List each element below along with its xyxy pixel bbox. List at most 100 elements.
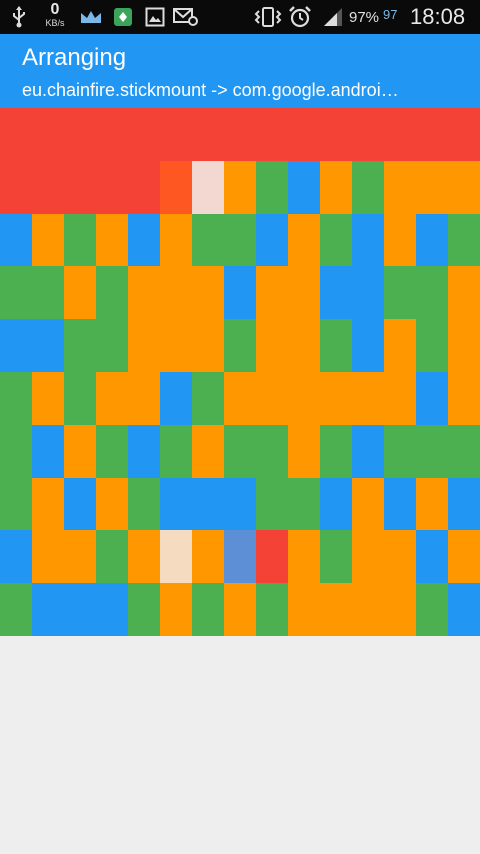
grid-cell-green [192, 583, 224, 636]
grid-cell-red [128, 108, 160, 161]
grid-cell-green [320, 319, 352, 372]
grid-cell-green [96, 319, 128, 372]
grid-cell-red [0, 161, 32, 214]
image-icon [142, 0, 168, 34]
grid-cell-blue [384, 478, 416, 530]
arrangement-grid [0, 108, 480, 636]
grid-cell-red [32, 161, 64, 214]
grid-cell-green [224, 425, 256, 478]
grid-cell-orange [384, 372, 416, 425]
grid-cell-orange [256, 319, 288, 372]
grid-cell-green [256, 161, 288, 214]
network-speed-unit: KB/s [45, 18, 65, 28]
grid-cell-green [416, 319, 448, 372]
grid-cell-blue [448, 478, 480, 530]
grid-cell-orange [288, 372, 320, 425]
grid-cell-green [224, 214, 256, 266]
grid-cell-green [96, 425, 128, 478]
grid-cell-green [0, 583, 32, 636]
grid-cell-orange [192, 319, 224, 372]
grid-cell-green [0, 372, 32, 425]
grid-cell-blue [416, 530, 448, 583]
status-bar: 0 KB/s 97% 97 18:08 [0, 0, 480, 34]
grid-cell-orange [384, 530, 416, 583]
grid-cell-orange [448, 530, 480, 583]
grid-cell-green [416, 583, 448, 636]
battery-percent: 97% [349, 8, 380, 26]
grid-cell-orange [192, 425, 224, 478]
grid-cell-green [64, 214, 96, 266]
grid-cell-red [0, 108, 32, 161]
grid-cell-orange [448, 319, 480, 372]
grid-cell-blue [256, 214, 288, 266]
grid-cell-orange [224, 372, 256, 425]
grid-cell-orange [160, 266, 192, 319]
grid-cell-orange [320, 583, 352, 636]
grid-cell-green [128, 583, 160, 636]
grid-cell-blue [0, 530, 32, 583]
grid-cell-orange [256, 266, 288, 319]
mail-settings-icon [172, 0, 200, 34]
grid-cell-blue [192, 478, 224, 530]
grid-cell-orange [128, 530, 160, 583]
grid-cell-blue [0, 214, 32, 266]
grid-cell-green [384, 425, 416, 478]
grid-cell-orange [416, 478, 448, 530]
app-bar: Arranging eu.chainfire.stickmount -> com… [0, 34, 480, 108]
grid-cell-blue [448, 583, 480, 636]
grid-cell-red [64, 108, 96, 161]
grid-cell-orange [288, 425, 320, 478]
grid-cell-red [320, 108, 352, 161]
page-subtitle: eu.chainfire.stickmount -> com.google.an… [22, 80, 399, 100]
crown-icon [76, 0, 106, 34]
grid-cell-blue [32, 425, 64, 478]
grid-cell-orange [384, 583, 416, 636]
grid-cell-green [448, 425, 480, 478]
grid-cell-green [160, 425, 192, 478]
grid-cell-orange [288, 583, 320, 636]
grid-cell-blue [320, 266, 352, 319]
grid-cell-orange [96, 214, 128, 266]
grid-cell-red [448, 108, 480, 161]
grid-cell-orange [128, 266, 160, 319]
grid-cell-green [288, 478, 320, 530]
grid-cell-orange [448, 161, 480, 214]
grid-cell-steel-blue [224, 530, 256, 583]
grid-cell-green [128, 478, 160, 530]
grid-cell-red [64, 161, 96, 214]
grid-cell-blue [0, 319, 32, 372]
grid-cell-orange [64, 425, 96, 478]
vibrate-icon [252, 0, 284, 34]
grid-cell-blue [64, 478, 96, 530]
grid-cell-orange [96, 372, 128, 425]
grid-cell-red [160, 108, 192, 161]
grid-cell-orange [416, 161, 448, 214]
grid-cell-green [96, 530, 128, 583]
grid-cell-orange [384, 319, 416, 372]
grid-cell-orange [128, 319, 160, 372]
grid-cell-orange [352, 583, 384, 636]
grid-cell-light-peach [160, 530, 192, 583]
grid-cell-orange [32, 214, 64, 266]
grid-cell-blue [416, 214, 448, 266]
grid-cell-red [288, 108, 320, 161]
grid-cell-blue [160, 372, 192, 425]
grid-cell-green [256, 425, 288, 478]
grid-cell-orange [352, 372, 384, 425]
grid-cell-green [192, 372, 224, 425]
grid-cell-green [384, 266, 416, 319]
grid-cell-blue [96, 583, 128, 636]
grid-cell-blue [224, 266, 256, 319]
grid-cell-green [32, 266, 64, 319]
grid-cell-green [320, 214, 352, 266]
grid-cell-green [96, 266, 128, 319]
page-title: Arranging [22, 44, 127, 71]
grid-cell-red [96, 108, 128, 161]
grid-cell-green [256, 478, 288, 530]
network-speed-value: 0 [50, 1, 60, 18]
grid-cell-orange [64, 266, 96, 319]
grid-cell-red [192, 108, 224, 161]
grid-cell-blue [128, 214, 160, 266]
grid-cell-orange [288, 530, 320, 583]
grid-cell-blue [416, 372, 448, 425]
